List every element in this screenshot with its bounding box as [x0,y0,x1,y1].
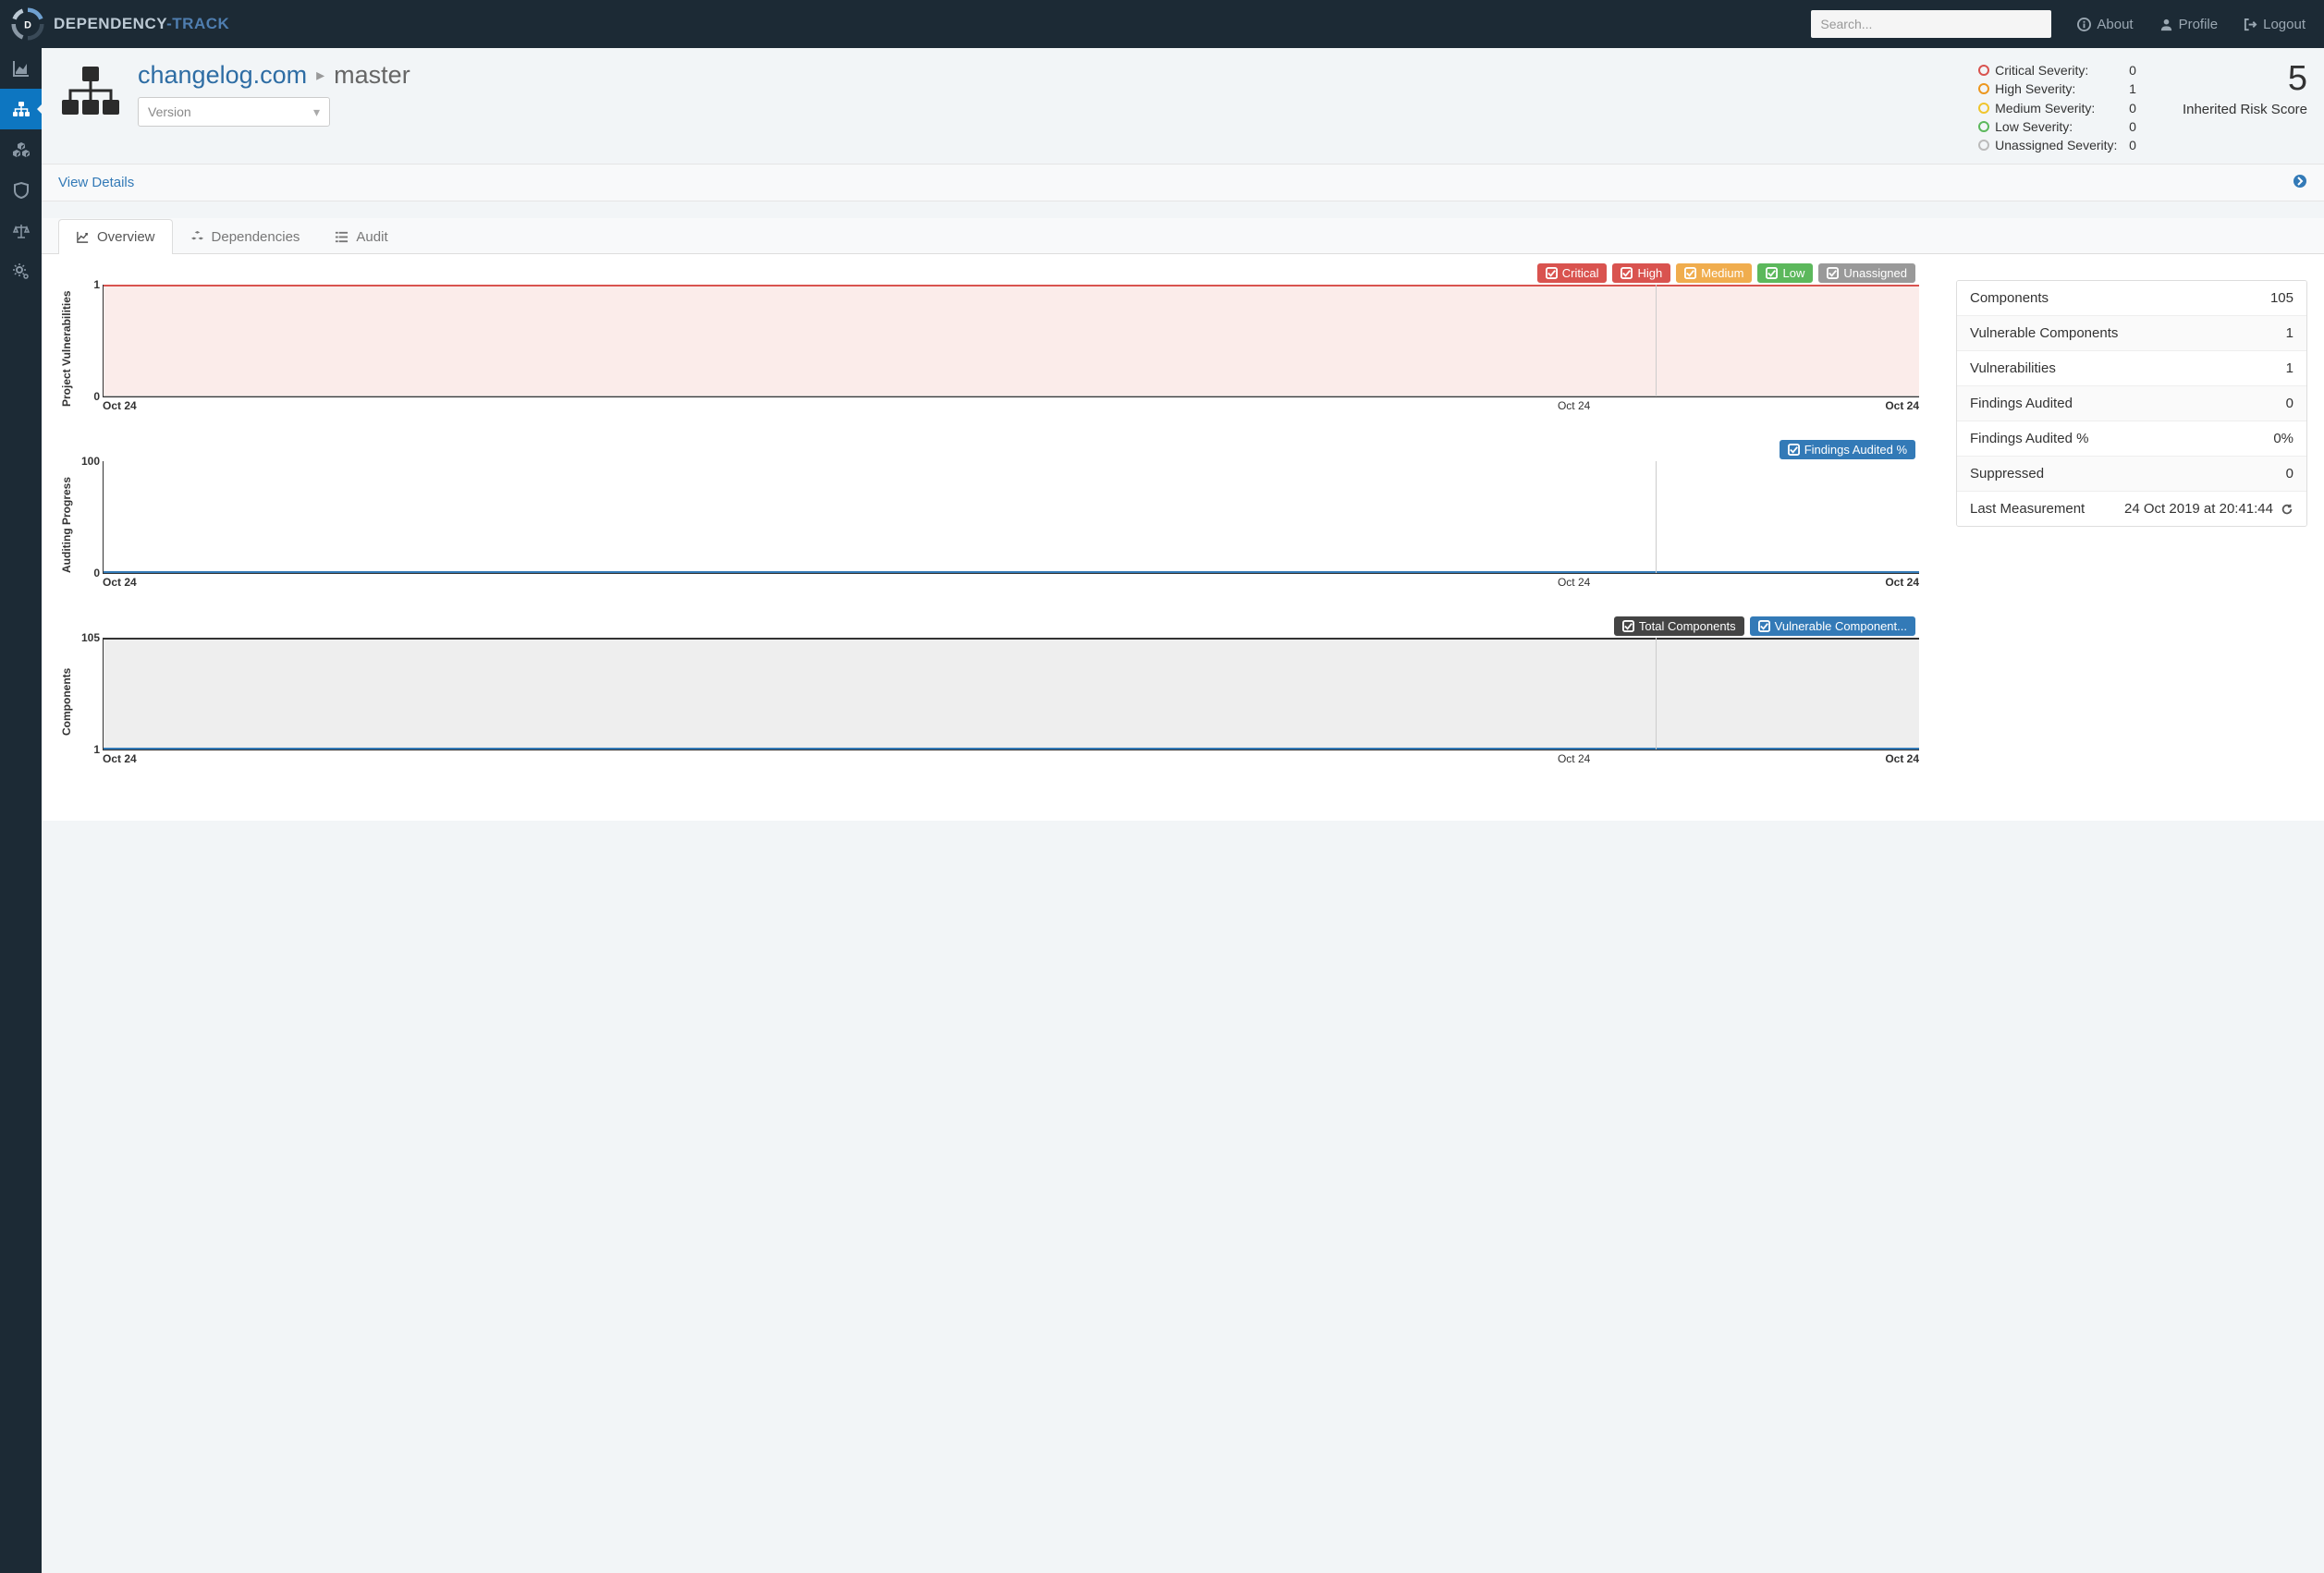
legend-findings-audited-pct[interactable]: Findings Audited % [1780,440,1915,459]
sidebar-item-components[interactable] [0,129,42,170]
overview-panel: Critical High Medium Low Unassigned Proj… [42,254,2324,821]
details-bar: View Details [42,164,2324,201]
info-icon [2077,18,2091,31]
tab-audit[interactable]: Audit [317,219,405,254]
sidebar-item-vulnerabilities[interactable] [0,170,42,211]
sidebar-item-dashboard[interactable] [0,48,42,89]
cubes-icon [12,140,31,159]
about-link[interactable]: About [2077,17,2133,32]
stats-table: Components105 Vulnerable Components1 Vul… [1956,280,2307,527]
page-title: changelog.com ▸ master [138,61,410,90]
arrow-right-circle-icon[interactable] [2293,174,2307,191]
project-name[interactable]: changelog.com [138,61,307,90]
tab-overview[interactable]: Overview [58,219,173,254]
cogs-icon [12,262,31,281]
brand[interactable]: D DEPENDENCY-TRACK [11,7,229,41]
navbar: D DEPENDENCY-TRACK About Profile Logout [0,0,2324,48]
legend-low[interactable]: Low [1757,263,1813,283]
chart-auditing: Findings Audited % Auditing Progress 100… [58,440,1919,589]
tab-dependencies[interactable]: Dependencies [173,219,318,254]
tasks-icon [335,230,349,244]
stat-findings-audited: Findings Audited0 [1957,386,2306,421]
logo-icon: D [11,7,44,41]
shield-icon [12,181,31,200]
stat-last-measurement: Last Measurement 24 Oct 2019 at 20:41:44 [1957,492,2306,526]
chart-vulnerabilities: Critical High Medium Low Unassigned Proj… [58,263,1919,412]
profile-link[interactable]: Profile [2159,17,2219,32]
balance-scale-icon [12,222,31,240]
legend-unassigned[interactable]: Unassigned [1818,263,1915,283]
sidebar-item-admin[interactable] [0,251,42,292]
content: changelog.com ▸ master Version ▾ Critica… [42,48,2324,1573]
caret-down-icon: ▾ [313,104,320,120]
legend-high[interactable]: High [1612,263,1670,283]
sidebar-item-licenses[interactable] [0,211,42,251]
project-header: changelog.com ▸ master Version ▾ Critica… [42,48,2324,164]
caret-right-icon: ▸ [316,66,324,85]
stat-components: Components105 [1957,281,2306,316]
legend-vulnerable-components[interactable]: Vulnerable Component... [1750,616,1915,636]
chart-components: Total Components Vulnerable Component...… [58,616,1919,765]
user-icon [2159,18,2173,31]
severity-summary: Critical Severity:0 High Severity:1 Medi… [1978,61,2136,154]
cubes-icon [190,230,204,244]
branch-name: master [334,61,410,90]
stat-suppressed: Suppressed0 [1957,457,2306,492]
view-details-link[interactable]: View Details [58,175,134,190]
chart-line-icon [76,230,90,244]
version-select[interactable]: Version ▾ [138,97,330,127]
search-input[interactable] [1811,10,2051,38]
tabs: Overview Dependencies Audit [42,218,2324,254]
refresh-icon[interactable] [2281,503,2293,516]
project-icon [58,61,123,126]
legend-critical[interactable]: Critical [1537,263,1608,283]
sidebar-item-projects[interactable] [0,89,42,129]
stat-vuln-components: Vulnerable Components1 [1957,316,2306,351]
svg-text:D: D [24,20,31,31]
logout-link[interactable]: Logout [2244,17,2306,32]
legend-total-components[interactable]: Total Components [1614,616,1744,636]
brand-text: DEPENDENCY-TRACK [54,15,229,33]
logout-icon [2244,18,2257,31]
stat-vulnerabilities: Vulnerabilities1 [1957,351,2306,386]
stat-findings-audited-pct: Findings Audited %0% [1957,421,2306,457]
legend-medium[interactable]: Medium [1676,263,1752,283]
sitemap-icon [12,100,31,118]
sidebar [0,48,42,1573]
risk-score: 5 Inherited Risk Score [2183,61,2307,117]
chart-area-icon [12,59,31,78]
